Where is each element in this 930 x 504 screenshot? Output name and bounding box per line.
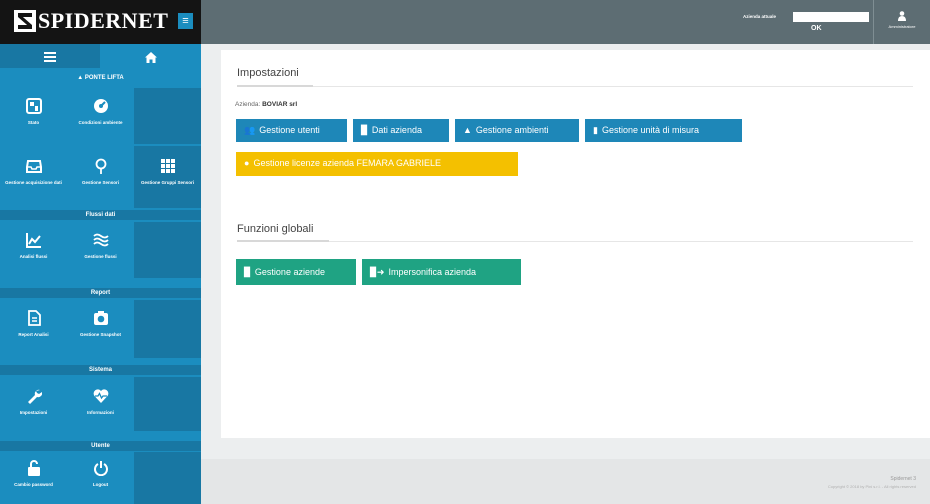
tile-gestione-gruppi-sensori[interactable]: Gestione Gruppi Sensori (134, 146, 201, 208)
tile-informazioni[interactable]: Informazioni (67, 377, 134, 431)
section-title: Sistema (0, 365, 201, 375)
measure-icon: ▮ (593, 125, 598, 135)
menu-toggle-button[interactable]: ≡ (178, 13, 193, 29)
topbar: Azienda attuale OK Amministratore (201, 0, 930, 44)
section-title: Utente (0, 441, 201, 451)
section-title-impostazioni: Impostazioni (237, 67, 299, 79)
tile-label: Gestione Sensori (81, 180, 119, 185)
report-icon (27, 310, 41, 326)
logo[interactable]: SPIDERNET ≡ (0, 0, 201, 44)
section-title-funzioni-globali: Funzioni globali (237, 223, 314, 235)
tile-gestione-flussi[interactable]: Gestione flussi (67, 222, 134, 278)
button-label: Gestione ambienti (475, 125, 549, 135)
tile-gestione-snapshot[interactable]: Gestione Snapshot (67, 300, 134, 358)
tile-label: Analisi flussi (19, 254, 48, 259)
azienda-ok-button[interactable]: OK (811, 25, 822, 32)
home-icon[interactable] (100, 44, 201, 68)
section-divider (237, 241, 913, 242)
tile-label: Gestione Gruppi Sensori (140, 180, 194, 185)
tile-label: Report Analisi (18, 332, 49, 337)
grid-icon (160, 159, 175, 173)
section-divider (237, 86, 913, 87)
button-label: Dati azienda (371, 125, 422, 135)
impersonifica-azienda-button[interactable]: ▉➜ Impersonifica azienda (362, 259, 521, 285)
tile-label: Informazioni (87, 410, 114, 415)
dashboard-icon (25, 98, 42, 114)
tile-empty (134, 300, 201, 358)
circle-icon: ● (244, 158, 250, 168)
tile-report-analisi[interactable]: Report Analisi (0, 300, 67, 358)
footer-version: Spidernet 3 (890, 476, 916, 482)
building-icon: ▉ (361, 125, 368, 135)
gestione-licenze-button[interactable]: ● Gestione licenze azienda FEMARA GABRIEL… (236, 152, 518, 176)
line-chart-icon (25, 233, 41, 248)
tile-empty (134, 377, 201, 431)
content-card (221, 50, 930, 438)
user-label: Amministratore (888, 24, 916, 29)
section-title: Report (0, 288, 201, 298)
tile-condizioni-ambiente[interactable]: Condizioni ambiente (67, 88, 134, 144)
tile-label: Impostazioni (19, 410, 48, 415)
footer-copyright: Copyright © 2018 by Pini s.r.l. - All ri… (827, 484, 916, 489)
tile-label: Condizioni ambiente (78, 120, 123, 125)
wrench-icon (27, 389, 42, 404)
tile-label: Logout (92, 482, 109, 487)
tile-stato[interactable]: Stato (0, 88, 67, 144)
tile-empty (134, 88, 201, 144)
hamburger-icon[interactable] (0, 44, 100, 68)
map-pin-icon (95, 158, 106, 174)
tile-label: Gestione acquisizione dati (5, 180, 62, 185)
power-icon (93, 461, 108, 476)
waves-icon (92, 233, 109, 247)
logo-mark-icon (14, 10, 36, 32)
dati-azienda-button[interactable]: ▉ Dati azienda (353, 119, 449, 142)
tile-logout[interactable]: Logout (67, 452, 134, 504)
gestione-aziende-button[interactable]: ▉ Gestione aziende (236, 259, 356, 285)
tile-empty (134, 452, 201, 504)
azienda-label: Azienda attuale (743, 14, 777, 19)
tile-label: Gestione Snapshot (79, 332, 121, 337)
button-label: Gestione licenze azienda FEMARA GABRIELE (253, 158, 442, 168)
button-label: Gestione utenti (259, 125, 320, 135)
gestione-ambienti-button[interactable]: ▲ Gestione ambienti (455, 119, 579, 142)
azienda-name: BOVIAR srl (262, 101, 298, 108)
section-title: Flussi dati (0, 210, 201, 220)
tile-cambio-password[interactable]: Cambio password (0, 452, 67, 504)
gestione-unita-misura-button[interactable]: ▮ Gestione unità di misura (585, 119, 742, 142)
tile-gestione-sensori[interactable]: Gestione Sensori (67, 146, 134, 208)
mountain-icon: ▲ (463, 125, 472, 135)
user-icon (898, 11, 906, 21)
tile-label: Cambio password (14, 482, 53, 487)
speedometer-icon (93, 99, 108, 113)
impersonate-icon: ▉➜ (370, 267, 385, 277)
tile-analisi-flussi[interactable]: Analisi flussi (0, 222, 67, 278)
tile-impostazioni[interactable]: Impostazioni (0, 377, 67, 431)
users-icon: 👥 (244, 125, 256, 135)
camera-icon (93, 311, 108, 325)
logo-text: SPIDERNET (38, 8, 169, 33)
sidebar: SPIDERNET ≡ ▲ PONTE LIFTA Stato Condizio… (0, 0, 201, 504)
tile-gestione-acquisizione-dati[interactable]: Gestione acquisizione dati (0, 146, 67, 208)
azienda-select[interactable] (793, 12, 869, 22)
gestione-utenti-button[interactable]: 👥 Gestione utenti (236, 119, 347, 142)
button-label: Gestione unità di misura (601, 125, 700, 135)
section-underline (237, 85, 313, 87)
user-menu[interactable]: Amministratore (873, 0, 930, 44)
heartbeat-icon (93, 389, 108, 403)
tile-label: Gestione flussi (84, 254, 117, 259)
unlock-icon (27, 460, 40, 476)
tile-label: Stato (27, 120, 40, 125)
tile-empty (134, 222, 201, 278)
tray-icon (25, 160, 42, 173)
azienda-prefix: Azienda: (235, 101, 261, 108)
section-title: ▲ PONTE LIFTA (77, 75, 124, 81)
section-underline (237, 240, 329, 242)
footer: Spidernet 3 Copyright © 2018 by Pini s.r… (201, 459, 930, 504)
button-label: Impersonifica azienda (388, 267, 477, 277)
azienda-info: Azienda: BOVIAR srl (235, 101, 297, 108)
building-icon: ▉ (244, 267, 251, 277)
button-label: Gestione aziende (254, 267, 325, 277)
